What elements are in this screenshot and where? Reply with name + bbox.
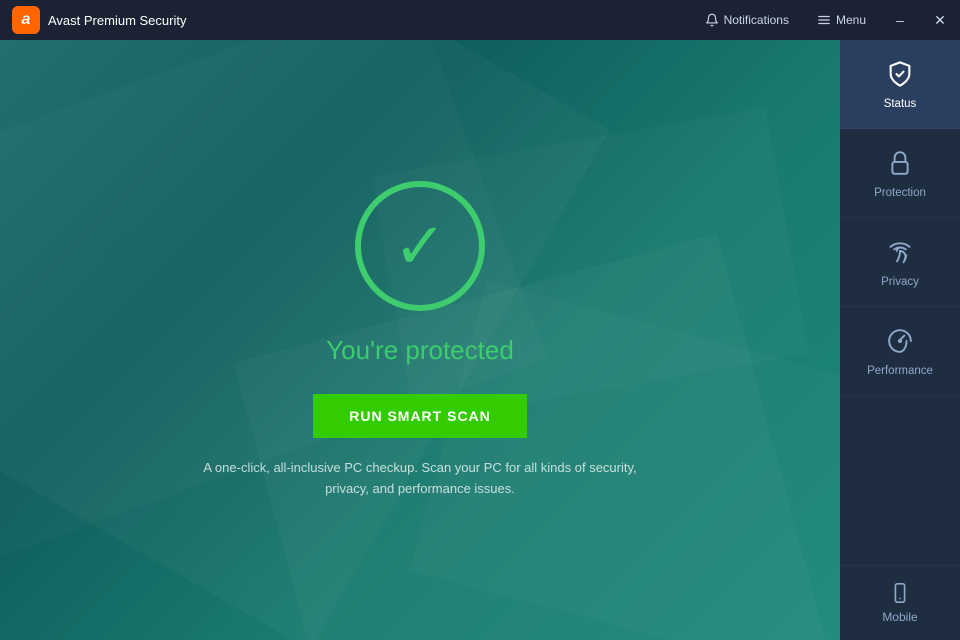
avast-logo: a	[12, 6, 40, 34]
protection-icon-wrap	[884, 147, 916, 179]
shield-icon	[886, 60, 914, 88]
close-button[interactable]: ✕	[920, 0, 960, 40]
status-icon-wrap	[884, 58, 916, 90]
scan-description-text: A one-click, all-inclusive PC checkup. S…	[190, 458, 650, 500]
notifications-button[interactable]: Notifications	[691, 0, 803, 40]
speedometer-icon	[887, 328, 913, 354]
sidebar-item-protection[interactable]: Protection	[840, 129, 960, 218]
titlebar: a Avast Premium Security Notifications M…	[0, 0, 960, 40]
mobile-icon	[889, 582, 911, 604]
app-title: Avast Premium Security	[48, 13, 186, 28]
sidebar-privacy-label: Privacy	[881, 276, 919, 288]
main-content: ✓ You're protected RUN SMART SCAN A one-…	[0, 40, 840, 640]
sidebar-protection-label: Protection	[874, 187, 926, 199]
notifications-label: Notifications	[724, 13, 789, 27]
main-layout: ✓ You're protected RUN SMART SCAN A one-…	[0, 40, 960, 640]
sidebar-status-label: Status	[884, 98, 917, 110]
run-smart-scan-button[interactable]: RUN SMART SCAN	[313, 394, 527, 438]
menu-button[interactable]: Menu	[803, 0, 880, 40]
bell-icon	[705, 13, 719, 27]
lock-icon	[887, 150, 913, 176]
minimize-icon: –	[896, 12, 904, 28]
logo-area: a Avast Premium Security	[12, 6, 186, 34]
sidebar-item-mobile[interactable]: Mobile	[840, 565, 960, 640]
performance-icon-wrap	[884, 325, 916, 357]
sidebar-performance-label: Performance	[867, 365, 933, 377]
sidebar-mobile-label: Mobile	[882, 610, 917, 624]
privacy-icon-wrap	[884, 236, 916, 268]
sidebar: Status Protection	[840, 40, 960, 640]
menu-icon	[817, 13, 831, 27]
fingerprint-icon	[887, 239, 913, 265]
sidebar-spacer	[840, 396, 960, 565]
sidebar-item-status[interactable]: Status	[840, 40, 960, 129]
protected-status-text: You're protected	[326, 335, 514, 366]
sidebar-item-privacy[interactable]: Privacy	[840, 218, 960, 307]
sidebar-item-performance[interactable]: Performance	[840, 307, 960, 396]
close-icon: ✕	[934, 12, 946, 29]
checkmark-icon: ✓	[393, 214, 447, 278]
menu-label: Menu	[836, 13, 866, 27]
protected-status-icon: ✓	[355, 181, 485, 311]
minimize-button[interactable]: –	[880, 0, 920, 40]
titlebar-right: Notifications Menu – ✕	[691, 0, 960, 40]
bg-decoration-1	[0, 40, 547, 598]
